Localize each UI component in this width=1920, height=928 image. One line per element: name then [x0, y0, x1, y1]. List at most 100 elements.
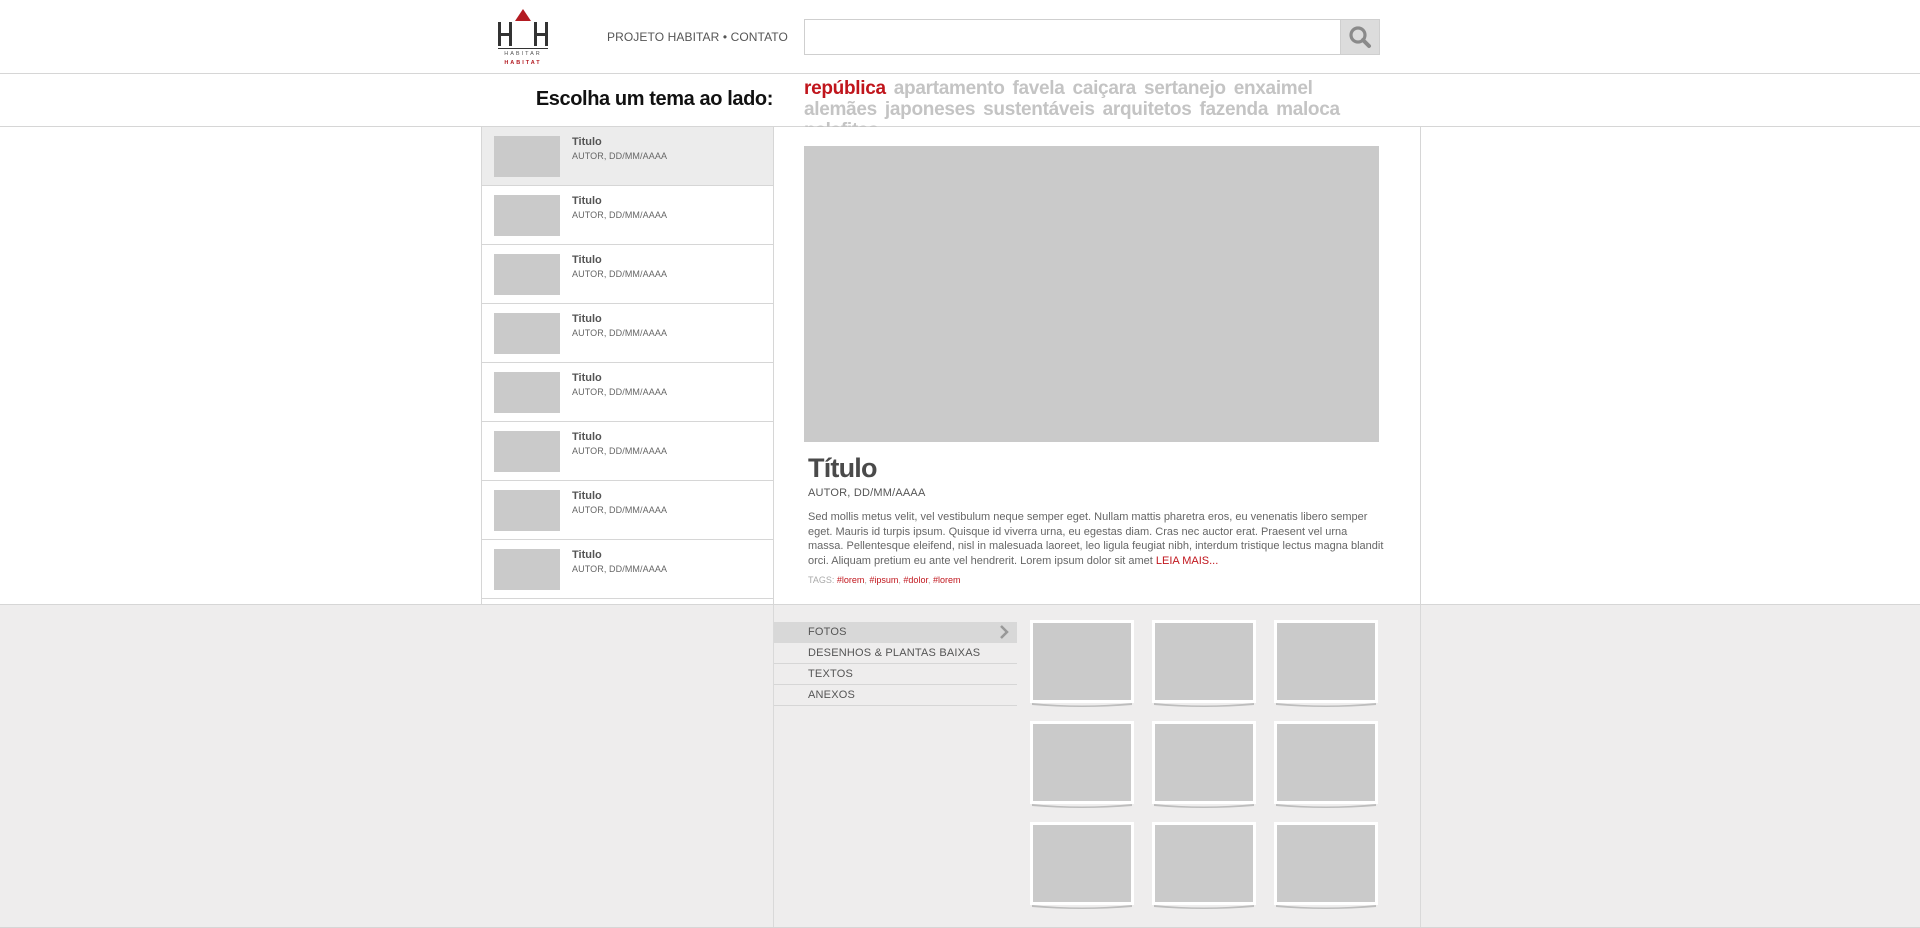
gallery-thumbnail[interactable]: [1274, 620, 1378, 707]
media-menu-item[interactable]: TEXTOS: [774, 664, 1017, 685]
post-list: Titulo AUTOR, DD/MM/AAAA Titulo AUTOR, DD/M…: [481, 127, 774, 604]
post-title: Titulo: [572, 313, 602, 325]
post-list-item[interactable]: Titulo AUTOR, DD/MM/AAAA: [482, 186, 773, 245]
post-meta: AUTOR, DD/MM/AAAA: [572, 269, 668, 279]
post-meta: AUTOR, DD/MM/AAAA: [572, 446, 668, 456]
tag-link[interactable]: #lorem: [837, 575, 865, 585]
thumbnail-shadow: [1032, 905, 1132, 909]
logo-text-top: HABITAR: [504, 51, 541, 57]
search-input[interactable]: [805, 20, 1335, 54]
thumbnail-image: [1277, 623, 1375, 700]
topic-link[interactable]: apartamento: [894, 78, 1005, 99]
gallery-thumbnail[interactable]: [1030, 822, 1134, 909]
read-more-link[interactable]: LEIA MAIS...: [1156, 555, 1218, 567]
thumbnail-image: [1155, 825, 1253, 902]
article-meta: AUTOR, DD/MM/AAAA: [808, 487, 926, 499]
gallery-thumbnail[interactable]: [1030, 620, 1134, 707]
post-list-item[interactable]: Titulo AUTOR, DD/MM/AAAA: [482, 127, 773, 186]
post-list-item[interactable]: Titulo AUTOR, DD/MM/AAAA: [482, 422, 773, 481]
gallery-thumbnail[interactable]: [1152, 620, 1256, 707]
post-thumbnail: [494, 490, 560, 531]
article-title: Título: [808, 453, 877, 483]
thumbnail-shadow: [1276, 905, 1376, 909]
habitar-logo[interactable]: HABITAR HABITAT: [496, 8, 554, 66]
topic-link[interactable]: sustentáveis: [983, 99, 1095, 120]
thumbnail-shadow: [1154, 905, 1254, 909]
topic-link[interactable]: república: [804, 78, 886, 99]
post-list-item[interactable]: Titulo AUTOR, DD/MM/AAAA: [482, 481, 773, 540]
tag-link[interactable]: #lorem: [933, 575, 961, 585]
tags-label: TAGS:: [808, 575, 835, 585]
post-thumbnail: [494, 431, 560, 472]
thumbnail-shadow: [1276, 703, 1376, 707]
chevron-right-icon: [1000, 625, 1009, 639]
thumbnail-shadow: [1276, 804, 1376, 808]
search-button[interactable]: [1340, 20, 1379, 54]
post-list-item[interactable]: Titulo AUTOR, DD/MM/AAAA: [482, 245, 773, 304]
gallery-thumbnail[interactable]: [1274, 822, 1378, 909]
gallery-thumbnail[interactable]: [1152, 721, 1256, 808]
topic-link[interactable]: alemães: [804, 99, 877, 120]
topic-link[interactable]: fazenda: [1199, 99, 1268, 120]
post-meta: AUTOR, DD/MM/AAAA: [572, 505, 668, 515]
article-tags: TAGS: #lorem, #ipsum, #dolor, #lorem: [808, 575, 961, 585]
media-menu-item[interactable]: ANEXOS: [774, 685, 1017, 706]
post-thumbnail: [494, 254, 560, 295]
thumbnail-image: [1033, 825, 1131, 902]
post-meta: AUTOR, DD/MM/AAAA: [572, 151, 668, 161]
media-menu-item[interactable]: FOTOS: [774, 622, 1017, 643]
topic-link[interactable]: maloca: [1276, 99, 1340, 120]
tag-link[interactable]: #dolor: [903, 575, 928, 585]
post-title: Titulo: [572, 490, 602, 502]
search-icon: [1349, 26, 1371, 48]
topic-link[interactable]: favela: [1012, 78, 1064, 99]
divider: [1420, 127, 1421, 604]
topic-link[interactable]: caiçara: [1073, 78, 1137, 99]
nav-contato-link[interactable]: CONTATO: [731, 30, 788, 44]
topic-link[interactable]: arquitetos: [1103, 99, 1192, 120]
post-meta: AUTOR, DD/MM/AAAA: [572, 210, 668, 220]
media-menu-label: ANEXOS: [808, 689, 856, 701]
gallery-thumbnail[interactable]: [1030, 721, 1134, 808]
nav-separator: •: [722, 30, 728, 44]
post-title: Titulo: [572, 372, 602, 384]
article-body: Sed mollis metus velit, vel vestibulum n…: [808, 510, 1384, 568]
gallery-thumbnail[interactable]: [1274, 721, 1378, 808]
nav-projeto-link[interactable]: PROJETO HABITAR: [607, 30, 719, 44]
thumbnail-image: [1155, 724, 1253, 801]
post-thumbnail: [494, 549, 560, 590]
site-header: HABITAR HABITAT PROJETO HABITAR • CONTAT…: [0, 0, 1920, 74]
thumbnail-image: [1033, 623, 1131, 700]
post-title: Titulo: [572, 254, 602, 266]
media-menu-label: TEXTOS: [808, 668, 854, 680]
topic-link[interactable]: japoneses: [885, 99, 976, 120]
search-box: [804, 19, 1380, 55]
topic-link[interactable]: sertanejo: [1144, 78, 1226, 99]
post-meta: AUTOR, DD/MM/AAAA: [572, 387, 668, 397]
post-meta: AUTOR, DD/MM/AAAA: [572, 564, 668, 574]
post-title: Titulo: [572, 195, 602, 207]
thumbnail-shadow: [1154, 703, 1254, 707]
topic-link[interactable]: enxaimel: [1234, 78, 1313, 99]
top-nav: PROJETO HABITAR • CONTATO: [607, 30, 788, 44]
post-title: Titulo: [572, 136, 602, 148]
post-thumbnail: [494, 372, 560, 413]
post-list-item[interactable]: Titulo AUTOR, DD/MM/AAAA: [482, 540, 773, 599]
gallery-thumbnail[interactable]: [1152, 822, 1256, 909]
media-menu-item[interactable]: DESENHOS & PLANTAS BAIXAS: [774, 643, 1017, 664]
article-text: Sed mollis metus velit, vel vestibulum n…: [808, 511, 1384, 567]
media-menu-label: DESENHOS & PLANTAS BAIXAS: [808, 647, 981, 659]
post-thumbnail: [494, 313, 560, 354]
thumbnail-shadow: [1154, 804, 1254, 808]
thumbnail-image: [1033, 724, 1131, 801]
post-thumbnail: [494, 136, 560, 177]
topic-bar: Escolha um tema ao lado: república apart…: [0, 74, 1920, 141]
thumbnail-image: [1277, 724, 1375, 801]
divider: [1420, 605, 1421, 928]
tag-link[interactable]: #ipsum: [869, 575, 898, 585]
thumbnail-image: [1277, 825, 1375, 902]
post-list-item[interactable]: Titulo AUTOR, DD/MM/AAAA: [482, 304, 773, 363]
post-title: Titulo: [572, 549, 602, 561]
post-list-item[interactable]: Titulo AUTOR, DD/MM/AAAA: [482, 363, 773, 422]
media-section: FOTOS DESENHOS & PLANTAS BAIXAS TEXTOS ANEX…: [0, 604, 1920, 928]
